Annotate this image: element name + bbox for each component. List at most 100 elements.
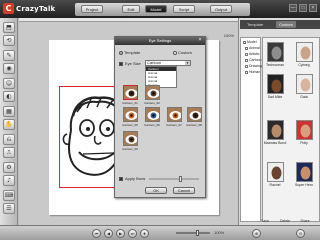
folder-icon <box>245 64 248 68</box>
avatar-label: Gaia <box>300 95 308 99</box>
delete-button[interactable]: Delete <box>276 218 294 224</box>
avatar-label: Sad Mike <box>267 95 283 99</box>
tree-item-artistic[interactable]: Artistic <box>245 52 260 56</box>
avatar-face-icon <box>297 121 312 139</box>
radio-custom-label: Custom <box>178 50 192 55</box>
eye-thumbnail[interactable] <box>145 85 160 100</box>
radio-custom-dot[interactable] <box>173 50 177 55</box>
tree-item-human[interactable]: Human <box>245 70 260 74</box>
grid-icon[interactable]: ▦ <box>3 106 15 117</box>
app-logo: C CrazyTalk <box>3 3 55 14</box>
tree-item-label: Drawing <box>249 64 262 68</box>
undo-icon[interactable]: ⎌ <box>3 134 15 145</box>
eye-preview-icon <box>125 89 137 98</box>
eye-thumbnail[interactable] <box>123 107 138 122</box>
slider-handle[interactable] <box>179 176 182 182</box>
previous-icon[interactable]: ◀ <box>104 229 113 238</box>
share-button[interactable]: Share <box>296 218 314 224</box>
avatar[interactable] <box>296 74 313 94</box>
eye-label: Cartoon_09 <box>122 147 138 151</box>
menu-icon[interactable]: ☰ <box>3 203 15 214</box>
mode-ribbon: Project Edit Model Script Output <box>75 3 250 16</box>
avatar[interactable] <box>296 162 313 182</box>
settings-icon[interactable]: ⚙ <box>3 162 15 173</box>
save-button[interactable]: Save <box>256 218 274 224</box>
tab-template[interactable]: Template <box>244 21 266 28</box>
ok-button[interactable]: OK <box>145 187 167 194</box>
avatar-label: Maxwiss Bond <box>263 141 287 145</box>
radio-custom[interactable]: Custom <box>173 50 192 55</box>
mode-tab-script[interactable]: Script <box>173 5 195 13</box>
avatar[interactable] <box>267 162 284 182</box>
mode-tab-project[interactable]: Project <box>81 5 103 13</box>
folder-icon <box>245 52 248 56</box>
eye-icon[interactable]: ◉ <box>3 63 15 74</box>
record-icon[interactable]: ⏺ <box>140 229 149 238</box>
avatar-face-icon <box>268 121 283 139</box>
cancel-button[interactable]: Cancel <box>173 187 195 194</box>
avatar[interactable] <box>267 74 284 94</box>
slider-handle[interactable] <box>196 230 199 236</box>
tree-item-label: Model <box>247 40 257 44</box>
eye-preview-icon <box>147 111 159 120</box>
close-icon[interactable]: × <box>309 4 317 12</box>
folder-icon <box>245 46 248 50</box>
avatar[interactable] <box>296 42 313 62</box>
avatar-label: Super Hero <box>295 183 313 187</box>
eye-thumbnail[interactable] <box>167 107 182 122</box>
avatar-face-icon <box>268 43 283 61</box>
audio-icon[interactable]: ♪ <box>3 175 15 186</box>
maximize-icon[interactable]: □ <box>299 4 307 12</box>
tree-item-animal[interactable]: Animal <box>245 46 260 50</box>
eye-thumbnail[interactable] <box>123 85 138 100</box>
minimize-icon[interactable]: — <box>289 4 297 12</box>
tree-item-drawing[interactable]: Drawing <box>245 64 262 68</box>
first-frame-icon[interactable]: ⏮ <box>92 229 101 238</box>
face-fit-icon[interactable]: ☺ <box>3 78 15 89</box>
tree-item-label: Human <box>249 70 261 74</box>
last-frame-icon[interactable]: ⏭ <box>128 229 137 238</box>
mask-icon[interactable]: ◐ <box>3 91 15 102</box>
radio-template-label: Template <box>124 50 141 55</box>
radio-template[interactable]: Template <box>119 50 140 55</box>
model-thumbnails: Technoman Cyborg Sad Mike Gaia Maxwiss B… <box>262 37 320 222</box>
library-panel: Template Custom Model Animal Artistic Ca… <box>238 18 320 225</box>
mode-tab-model[interactable]: Model <box>145 5 167 13</box>
avatar-face-icon <box>297 75 312 93</box>
eye-preview-icon <box>189 111 201 120</box>
avatar[interactable] <box>267 42 284 62</box>
eye-label: Cartoon_07 <box>166 123 182 127</box>
redo-icon[interactable]: ⎍ <box>3 147 15 158</box>
playback-bar: ⏮ ◀ ▶ ⏭ ⏺ 100% ⊕ ⊖ <box>0 225 320 240</box>
apply-brow-checkbox[interactable] <box>119 176 123 181</box>
tree-item-label: Artistic <box>249 52 260 56</box>
zoom-in-icon[interactable]: ⊕ <box>252 229 261 238</box>
rotate-icon[interactable]: ⟲ <box>3 35 15 46</box>
eye-thumbnail[interactable] <box>187 107 202 122</box>
import-image-icon[interactable]: ⬒ <box>3 22 15 33</box>
eye-thumbnail[interactable] <box>145 107 160 122</box>
radio-template-dot[interactable] <box>119 50 123 55</box>
volume-slider[interactable] <box>176 230 210 236</box>
eye-thumbnail[interactable] <box>123 131 138 146</box>
eye-category-value: Cartoon <box>147 60 162 65</box>
category-tree: Model Animal Artistic Cartoon Drawing Hu… <box>240 37 262 222</box>
eye-size-row: Eye Size <box>119 61 141 66</box>
mode-tab-edit[interactable]: Edit <box>122 5 140 13</box>
mode-tab-output[interactable]: Output <box>210 5 232 13</box>
avatar[interactable] <box>267 120 284 140</box>
play-icon[interactable]: ▶ <box>116 229 125 238</box>
chevron-down-icon[interactable]: ▼ <box>185 61 190 65</box>
pen-icon[interactable]: ✎ <box>3 50 15 61</box>
apply-slider[interactable] <box>149 176 199 182</box>
eye-size-checkbox[interactable] <box>119 61 123 66</box>
dialog-close-icon[interactable]: × <box>197 38 203 44</box>
zoom-out-icon[interactable]: ⊖ <box>296 229 305 238</box>
avatar[interactable] <box>296 120 313 140</box>
keyboard-icon[interactable]: ⌨ <box>3 190 15 201</box>
hand-icon[interactable]: ✋ <box>3 119 15 130</box>
tree-item-model[interactable]: Model <box>243 40 257 44</box>
tab-custom[interactable]: Custom <box>276 21 296 28</box>
tree-item-cartoon[interactable]: Cartoon <box>245 58 261 62</box>
title-bar: C CrazyTalk Project Edit Model Script Ou… <box>0 0 320 18</box>
